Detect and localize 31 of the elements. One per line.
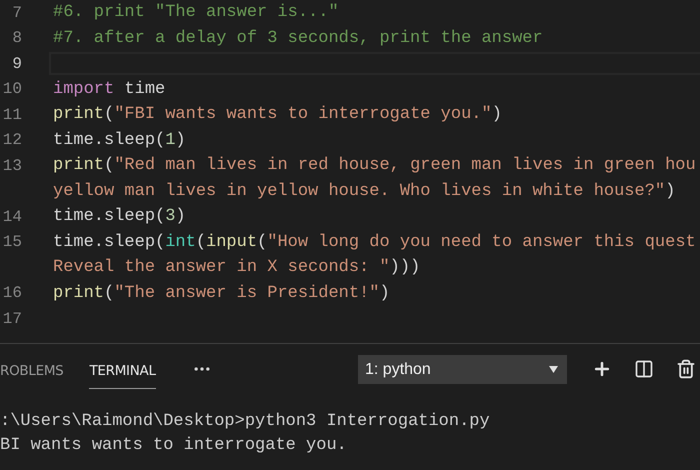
line-number: 15 <box>2 233 22 252</box>
add-icon[interactable] <box>592 359 612 379</box>
panel-tab[interactable]: ROBLEMS <box>0 350 64 388</box>
panel-tab[interactable]: TERMINAL <box>89 350 156 388</box>
code-line: time.sleep(1) <box>52 130 187 152</box>
code-line: print("The answer is President!") <box>52 282 391 305</box>
split-icon[interactable] <box>634 359 654 379</box>
code-line: print("Red man lives in red house, green man lives in green hou <box>52 155 697 178</box>
line-number: 14 <box>2 208 22 226</box>
line-number: 9 <box>11 54 22 73</box>
line-number: 7 <box>11 4 22 22</box>
line-number: 16 <box>2 284 22 302</box>
terminal-line: BI wants wants to interrogate you. <box>0 436 348 457</box>
code-line: Reveal the answer in X seconds: "))) <box>52 257 422 280</box>
line-number: 10 <box>2 80 22 98</box>
line-number: 13 <box>2 156 22 175</box>
code-line: import time <box>52 78 166 101</box>
code-line: #7. after a delay of 3 seconds, print the answer <box>52 28 544 50</box>
caret-icon <box>549 366 558 373</box>
trash-icon[interactable] <box>676 359 696 379</box>
line-number: 11 <box>2 106 22 124</box>
code-line: time.sleep(3) <box>52 206 187 228</box>
terminal-line: :\Users\Raimond\Desktop>python3 Interrogation.py <box>0 412 491 433</box>
code-line: print("FBI wants wants to interrogate you.") <box>52 104 503 126</box>
line-number: 17 <box>2 310 22 328</box>
line-number: 8 <box>11 29 22 48</box>
terminal-dropdown[interactable]: 1: python <box>358 355 567 384</box>
code-line: time.sleep(int(input("How long do you need to answer this quest <box>52 232 697 254</box>
code-line: #6. print "The answer is..." <box>52 2 340 24</box>
line-number: 12 <box>2 131 22 150</box>
code-line: yellow man lives in yellow house. Who lives in white house?") <box>52 180 676 203</box>
